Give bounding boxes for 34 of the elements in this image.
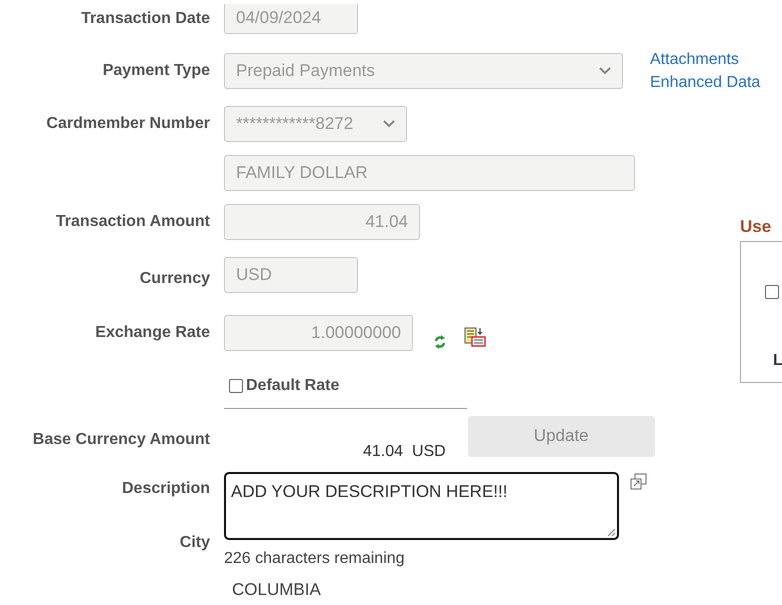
chevron-down-icon	[383, 120, 395, 128]
base-amount-text: 41.04 USD	[363, 443, 446, 461]
field-label: Payment Type	[102, 62, 210, 80]
amount-field[interactable]: 41.04	[224, 204, 420, 240]
exchange-rate-field[interactable]: 1.00000000	[224, 314, 413, 350]
panel-label: L	[773, 352, 782, 370]
document-icon[interactable]	[464, 326, 486, 346]
cardmember-dropdown[interactable]: ************8272	[224, 106, 407, 142]
checkbox[interactable]	[765, 285, 779, 299]
field-label: Cardmember Number	[45, 115, 210, 133]
payment-type-dropdown[interactable]: Prepaid Payments	[224, 53, 623, 89]
refresh-icon[interactable]	[432, 334, 448, 350]
city-value: COLUMBIA	[232, 580, 322, 600]
field-label: Base Currency Amount	[32, 431, 210, 449]
chevron-down-icon	[599, 67, 611, 75]
field-label: Description	[122, 480, 210, 498]
resize-handle-icon[interactable]	[606, 527, 616, 537]
link[interactable]: Enhanced Data	[650, 71, 760, 94]
field-label: Currency	[138, 270, 210, 288]
checkbox[interactable]	[229, 379, 243, 393]
field-label: Transaction Date	[80, 10, 210, 28]
field-label: City	[180, 534, 210, 552]
currency-field[interactable]: USD	[224, 256, 358, 292]
link[interactable]: Attachments	[650, 48, 760, 71]
description-textarea[interactable]: ADD YOUR DESCRIPTION HERE!!!	[224, 472, 619, 540]
checkbox-label: Default Rate	[246, 377, 340, 395]
section-title: Use	[740, 217, 772, 237]
description-text: ADD YOUR DESCRIPTION HERE!!!	[231, 482, 508, 501]
field-label: Transaction Amount	[54, 213, 210, 231]
merchant-field[interactable]: FAMILY DOLLAR	[224, 154, 635, 190]
date-field[interactable]: 04/09/2024	[224, 4, 358, 34]
field-label: Exchange Rate	[94, 324, 210, 342]
characters-remaining-text: 226 characters remaining	[224, 550, 406, 568]
expand-icon[interactable]	[630, 473, 647, 490]
